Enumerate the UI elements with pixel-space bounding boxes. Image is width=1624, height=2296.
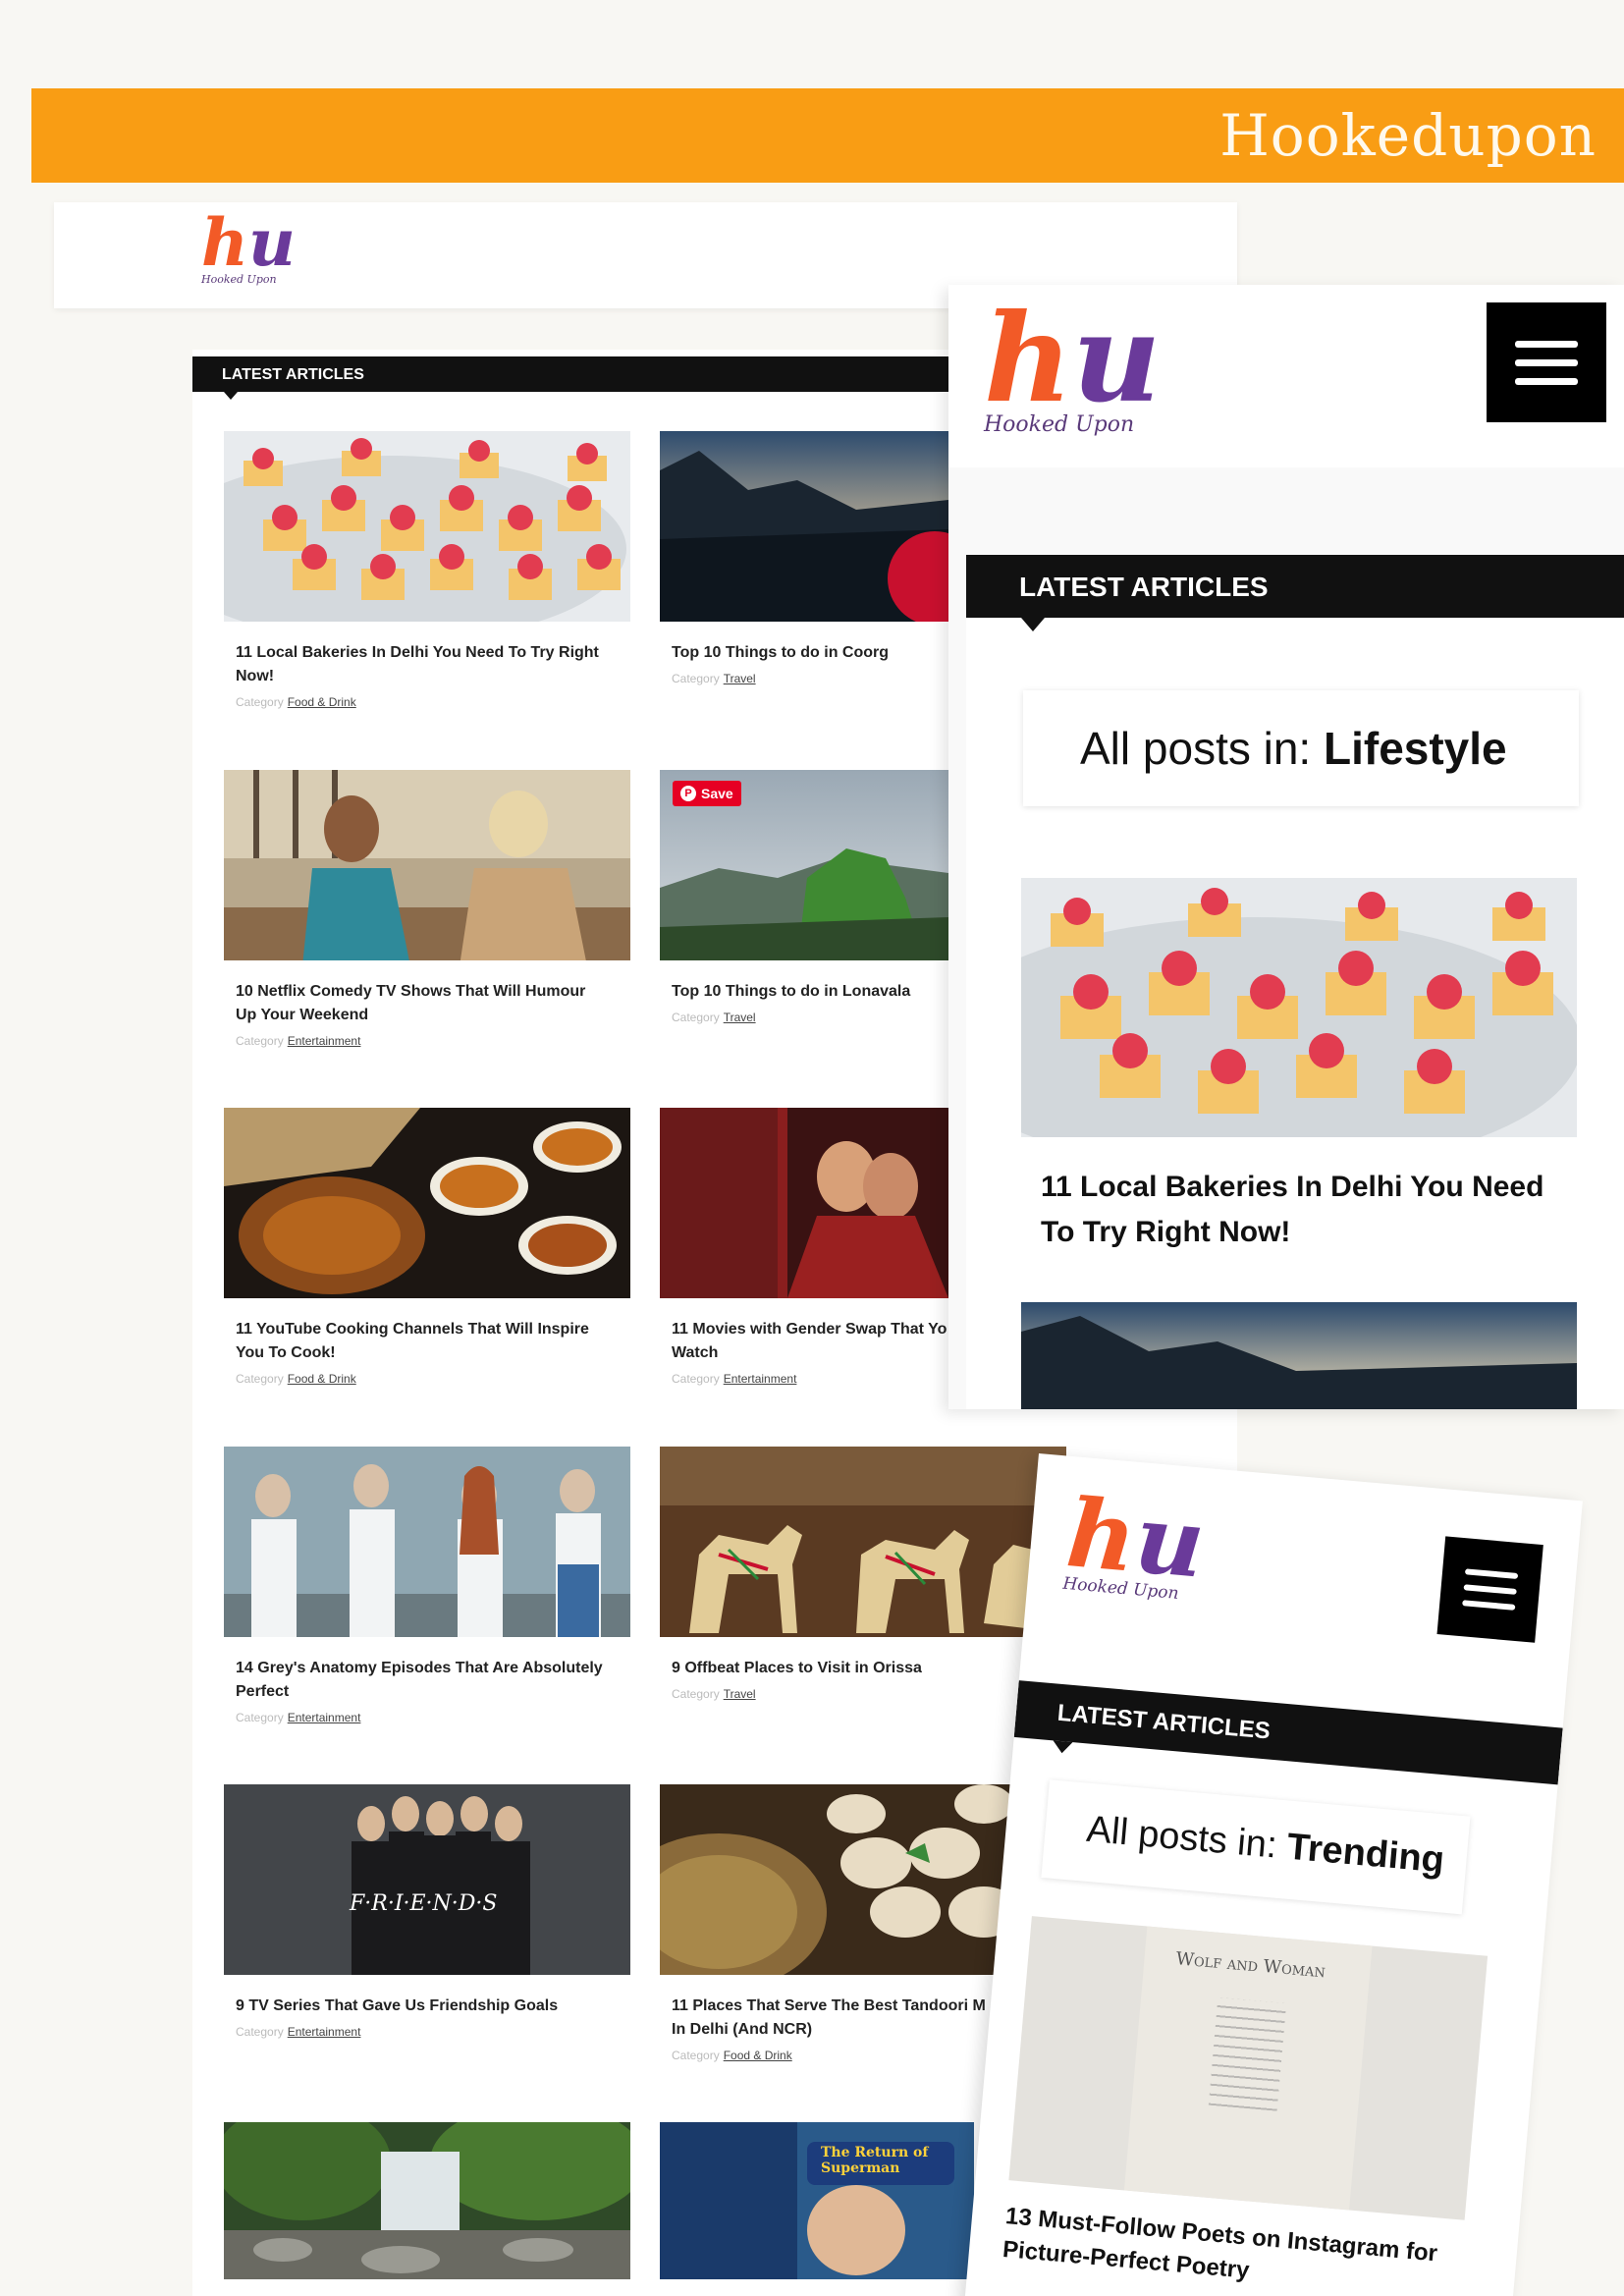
article-title[interactable]: Top 10 Things to do in Coorg — [672, 641, 956, 665]
article-title[interactable]: 14 Grey's Anatomy Episodes That Are Abso… — [236, 1657, 628, 1704]
article-thumbnail[interactable] — [660, 431, 948, 622]
category-link[interactable]: Entertainment — [724, 1372, 797, 1386]
article-thumbnail[interactable] — [224, 1784, 630, 1975]
mobile-header: hu Hooked Upon — [948, 285, 1624, 467]
category-link[interactable]: Entertainment — [288, 1711, 361, 1724]
article-category: Category Travel — [672, 672, 756, 685]
latest-articles-header: LATEST ARTICLES — [966, 555, 1624, 631]
article-category: Category Food & Drink — [236, 1372, 356, 1386]
article-thumbnail[interactable] — [224, 1447, 630, 1637]
pinterest-save-button[interactable]: P Save — [673, 781, 741, 806]
article-category: Category Entertainment — [672, 1372, 797, 1386]
article-title[interactable]: Top 10 Things to do in Lonavala — [672, 980, 956, 1004]
article-thumbnail[interactable] — [660, 1447, 1066, 1637]
article-category: Category Entertainment — [236, 1711, 361, 1724]
site-logo[interactable]: hu Hooked Upon — [201, 210, 296, 286]
category-link[interactable]: Travel — [724, 1011, 756, 1024]
category-heading: All posts in: Lifestyle — [1023, 690, 1579, 806]
article-category: Category Food & Drink — [672, 2049, 792, 2062]
article-category: Category Entertainment — [236, 1034, 361, 1048]
category-link[interactable]: Travel — [724, 1687, 756, 1701]
article-category: Category Travel — [672, 1687, 756, 1701]
article-category: Category Entertainment — [236, 2025, 361, 2039]
site-logo[interactable]: hu Hooked Upon — [1062, 1477, 1209, 1606]
article-title[interactable]: 11 Local Bakeries In Delhi You Need To T… — [236, 641, 628, 688]
category-heading: All posts in: Trending — [1041, 1779, 1471, 1915]
site-banner: Hookedupon — [31, 88, 1624, 183]
article-thumbnail[interactable]: Wolf and Woman — [1008, 1916, 1489, 2220]
article-title[interactable]: 9 Offbeat Places to Visit in Orissa — [672, 1657, 966, 1680]
article-thumbnail[interactable] — [660, 1784, 1033, 1975]
article-thumbnail[interactable] — [1021, 878, 1577, 1137]
article-thumbnail[interactable] — [224, 1108, 630, 1298]
article-title[interactable]: 11 Movies with Gender Swap That Yo Watch — [672, 1318, 956, 1365]
mobile-screenshot-trending: hu Hooked Upon LATEST ARTICLES All posts… — [963, 1453, 1583, 2296]
article-title[interactable]: 11 Places That Serve The Best Tandoori M… — [672, 1995, 1005, 2042]
article-category: Category Food & Drink — [236, 695, 356, 709]
superman-poster-text: The Return of Superman — [821, 2145, 929, 2176]
latest-articles-header: LATEST ARTICLES — [192, 356, 978, 400]
article-title[interactable]: 11 Local Bakeries In Delhi You Need To T… — [1041, 1165, 1571, 1255]
category-link[interactable]: Travel — [724, 672, 756, 685]
latest-articles-header: LATEST ARTICLES — [1013, 1680, 1563, 1785]
banner-title: Hookedupon — [1219, 102, 1597, 169]
hamburger-menu-icon[interactable] — [1487, 302, 1606, 422]
category-link[interactable]: Entertainment — [288, 1034, 361, 1048]
friends-logo-text: F·R·I·E·N·D·S — [350, 1891, 498, 1916]
article-category: Category Travel — [672, 1011, 756, 1024]
article-thumbnail[interactable] — [224, 431, 630, 622]
article-title[interactable]: 11 YouTube Cooking Channels That Will In… — [236, 1318, 628, 1365]
category-link[interactable]: Food & Drink — [288, 695, 356, 709]
hamburger-menu-icon[interactable] — [1436, 1536, 1543, 1643]
category-link[interactable]: Food & Drink — [724, 2049, 792, 2062]
article-title[interactable]: 9 TV Series That Gave Us Friendship Goal… — [236, 1995, 628, 2018]
article-thumbnail[interactable] — [224, 770, 630, 960]
article-thumbnail[interactable] — [660, 1108, 948, 1298]
category-name: Lifestyle — [1324, 723, 1507, 774]
article-thumbnail[interactable] — [224, 2122, 630, 2279]
article-title[interactable]: 10 Netflix Comedy TV Shows That Will Hum… — [236, 980, 628, 1027]
category-link[interactable]: Food & Drink — [288, 1372, 356, 1386]
category-name: Trending — [1285, 1826, 1446, 1882]
mobile-screenshot-lifestyle: hu Hooked Upon LATEST ARTICLES All posts… — [948, 285, 1624, 1409]
pinterest-icon: P — [680, 786, 696, 801]
category-link[interactable]: Entertainment — [288, 2025, 361, 2039]
article-thumbnail[interactable] — [1021, 1302, 1577, 1409]
site-logo[interactable]: hu Hooked Upon — [984, 299, 1161, 438]
